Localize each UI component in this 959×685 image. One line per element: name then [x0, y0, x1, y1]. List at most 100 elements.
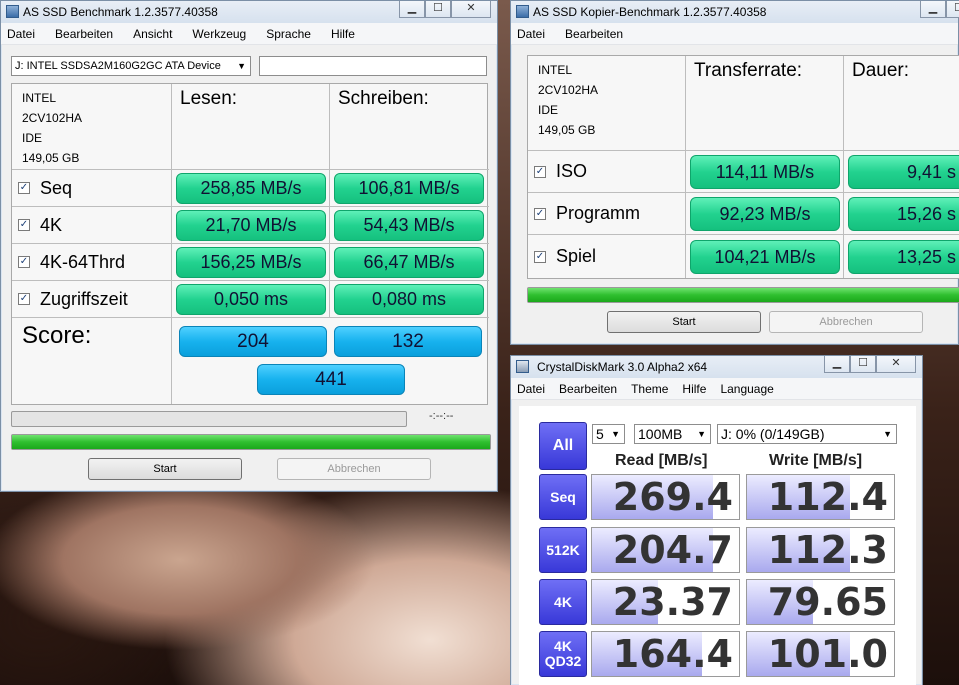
- seq-write-result: 112.4: [746, 474, 895, 520]
- column-read-header: Lesen:: [172, 84, 330, 170]
- row-iso-label[interactable]: ✓ ISO: [528, 151, 686, 193]
- close-icon[interactable]: ✕: [876, 356, 916, 373]
- menu-ansicht[interactable]: Ansicht: [133, 23, 172, 44]
- menu-bearbeiten[interactable]: Bearbeiten: [559, 378, 617, 399]
- maximize-icon[interactable]: ☐: [425, 1, 451, 18]
- seq-write-value: 106,81 MB/s: [334, 173, 484, 204]
- main-titlebar[interactable]: AS SSD Benchmark 1.2.3577.40358 ▁ ☐ ✕: [1, 1, 497, 23]
- checkbox-checked-icon[interactable]: ✓: [18, 256, 30, 268]
- menu-hilfe[interactable]: Hilfe: [682, 378, 706, 399]
- menu-werkzeug[interactable]: Werkzeug: [192, 23, 246, 44]
- access-read-value: 0,050 ms: [176, 284, 326, 315]
- test-size-select[interactable]: 100MB ▼: [634, 424, 711, 444]
- copy-results-grid: INTEL 2CV102HA IDE 149,05 GB Transferrat…: [527, 55, 959, 279]
- menu-bearbeiten[interactable]: Bearbeiten: [565, 23, 623, 44]
- row-access-label[interactable]: ✓ Zugriffszeit: [12, 281, 172, 318]
- iso-time-value: 9,41 s: [848, 155, 959, 189]
- 512k-read-result: 204.7: [591, 527, 740, 573]
- copy-window-title: AS SSD Kopier-Benchmark 1.2.3577.40358: [533, 5, 767, 19]
- test-progress-bar: [11, 411, 407, 427]
- maximize-icon[interactable]: ☐: [850, 356, 876, 373]
- seq-read-result: 269.4: [591, 474, 740, 520]
- row-4k64-label[interactable]: ✓ 4K-64Thrd: [12, 244, 172, 281]
- chevron-down-icon: ▼: [237, 61, 246, 71]
- programm-rate-value: 92,23 MB/s: [690, 197, 840, 231]
- cdm-window-title: CrystalDiskMark 3.0 Alpha2 x64: [537, 360, 708, 374]
- as-ssd-copy-window: AS SSD Kopier-Benchmark 1.2.3577.40358 ▁…: [510, 0, 959, 345]
- seq-test-button[interactable]: Seq: [539, 474, 587, 520]
- copy-abort-button[interactable]: Abbrechen: [769, 311, 923, 333]
- copy-device-info: INTEL 2CV102HA IDE 149,05 GB: [528, 56, 686, 151]
- overall-progress-fill: [12, 435, 490, 449]
- as-ssd-app-icon: [516, 5, 529, 18]
- menu-language[interactable]: Language: [720, 378, 773, 399]
- menu-theme[interactable]: Theme: [631, 378, 668, 399]
- chevron-down-icon: ▼: [697, 429, 706, 439]
- seq-read-value: 258,85 MB/s: [176, 173, 326, 204]
- abort-button[interactable]: Abbrechen: [277, 458, 431, 480]
- as-ssd-main-window: AS SSD Benchmark 1.2.3577.40358 ▁ ☐ ✕ Da…: [0, 0, 498, 492]
- write-column-header: Write [MB/s]: [769, 452, 863, 469]
- cdm-titlebar[interactable]: CrystalDiskMark 3.0 Alpha2 x64 ▁ ☐ ✕: [511, 356, 922, 378]
- checkbox-checked-icon[interactable]: ✓: [18, 182, 30, 194]
- checkbox-checked-icon[interactable]: ✓: [534, 250, 546, 263]
- cdm-menubar: Datei Bearbeiten Theme Hilfe Language: [511, 378, 922, 400]
- 4k-write-value: 54,43 MB/s: [334, 210, 484, 241]
- access-write-value: 0,080 ms: [334, 284, 484, 315]
- test-count-select[interactable]: 5 ▼: [592, 424, 625, 444]
- checkbox-checked-icon[interactable]: ✓: [18, 293, 30, 305]
- copy-progress-bar: [527, 287, 959, 303]
- as-ssd-app-icon: [6, 5, 19, 18]
- menu-datei[interactable]: Datei: [517, 23, 545, 44]
- row-seq-label[interactable]: ✓ Seq: [12, 170, 172, 207]
- 512k-write-result: 112.3: [746, 527, 895, 573]
- device-info: INTEL 2CV102HA IDE 149,05 GB: [12, 84, 172, 170]
- spiel-rate-value: 104,21 MB/s: [690, 240, 840, 274]
- 4k-test-button[interactable]: 4K: [539, 579, 587, 625]
- main-window-title: AS SSD Benchmark 1.2.3577.40358: [23, 5, 218, 19]
- checkbox-checked-icon[interactable]: ✓: [534, 165, 546, 178]
- crystaldiskmark-app-icon: [516, 360, 529, 373]
- menu-bearbeiten[interactable]: Bearbeiten: [55, 23, 113, 44]
- row-spiel-label[interactable]: ✓ Spiel: [528, 235, 686, 278]
- score-write-value: 132: [334, 326, 482, 357]
- row-4k-label[interactable]: ✓ 4K: [12, 207, 172, 244]
- menu-datei[interactable]: Datei: [7, 23, 35, 44]
- row-programm-label[interactable]: ✓ Programm: [528, 193, 686, 235]
- 4k-read-value: 21,70 MB/s: [176, 210, 326, 241]
- start-button[interactable]: Start: [88, 458, 242, 480]
- 4k-qd32-read-result: 164.4: [591, 631, 740, 677]
- minimize-icon[interactable]: ▁: [824, 356, 850, 373]
- column-transfer-header: Transferrate:: [686, 56, 844, 151]
- score-total-value: 441: [257, 364, 405, 395]
- minimize-icon[interactable]: ▁: [920, 1, 946, 18]
- 4k-qd32-test-button[interactable]: 4K QD32: [539, 631, 587, 677]
- crystaldiskmark-window: CrystalDiskMark 3.0 Alpha2 x64 ▁ ☐ ✕ Dat…: [510, 355, 923, 685]
- column-write-header: Schreiben:: [330, 84, 489, 170]
- 512k-test-button[interactable]: 512K: [539, 527, 587, 573]
- 4k-qd32-write-result: 101.0: [746, 631, 895, 677]
- device-select[interactable]: J: INTEL SSDSA2M160G2GC ATA Device ▼: [11, 56, 251, 76]
- chevron-down-icon: ▼: [883, 429, 892, 439]
- 4k-read-result: 23.37: [591, 579, 740, 625]
- copy-titlebar[interactable]: AS SSD Kopier-Benchmark 1.2.3577.40358 ▁…: [511, 1, 959, 23]
- checkbox-checked-icon[interactable]: ✓: [18, 219, 30, 231]
- iso-rate-value: 114,11 MB/s: [690, 155, 840, 189]
- spiel-time-value: 13,25 s: [848, 240, 959, 274]
- copy-start-button[interactable]: Start: [607, 311, 761, 333]
- menu-sprache[interactable]: Sprache: [266, 23, 311, 44]
- drive-select[interactable]: J: 0% (0/149GB) ▼: [717, 424, 897, 444]
- close-icon[interactable]: ✕: [451, 1, 491, 18]
- checkbox-checked-icon[interactable]: ✓: [534, 207, 546, 220]
- menu-hilfe[interactable]: Hilfe: [331, 23, 355, 44]
- device-text-field[interactable]: [259, 56, 487, 76]
- copy-progress-fill: [528, 288, 959, 302]
- minimize-icon[interactable]: ▁: [399, 1, 425, 18]
- menu-datei[interactable]: Datei: [517, 378, 545, 399]
- copy-menubar: Datei Bearbeiten: [511, 23, 958, 45]
- maximize-icon[interactable]: ☐: [946, 1, 959, 18]
- cdm-content: All 5 ▼ 100MB ▼ J: 0% (0/149GB) ▼ Read […: [519, 406, 916, 685]
- overall-progress-bar: [11, 434, 491, 450]
- run-all-button[interactable]: All: [539, 422, 587, 470]
- 4k-write-result: 79.65: [746, 579, 895, 625]
